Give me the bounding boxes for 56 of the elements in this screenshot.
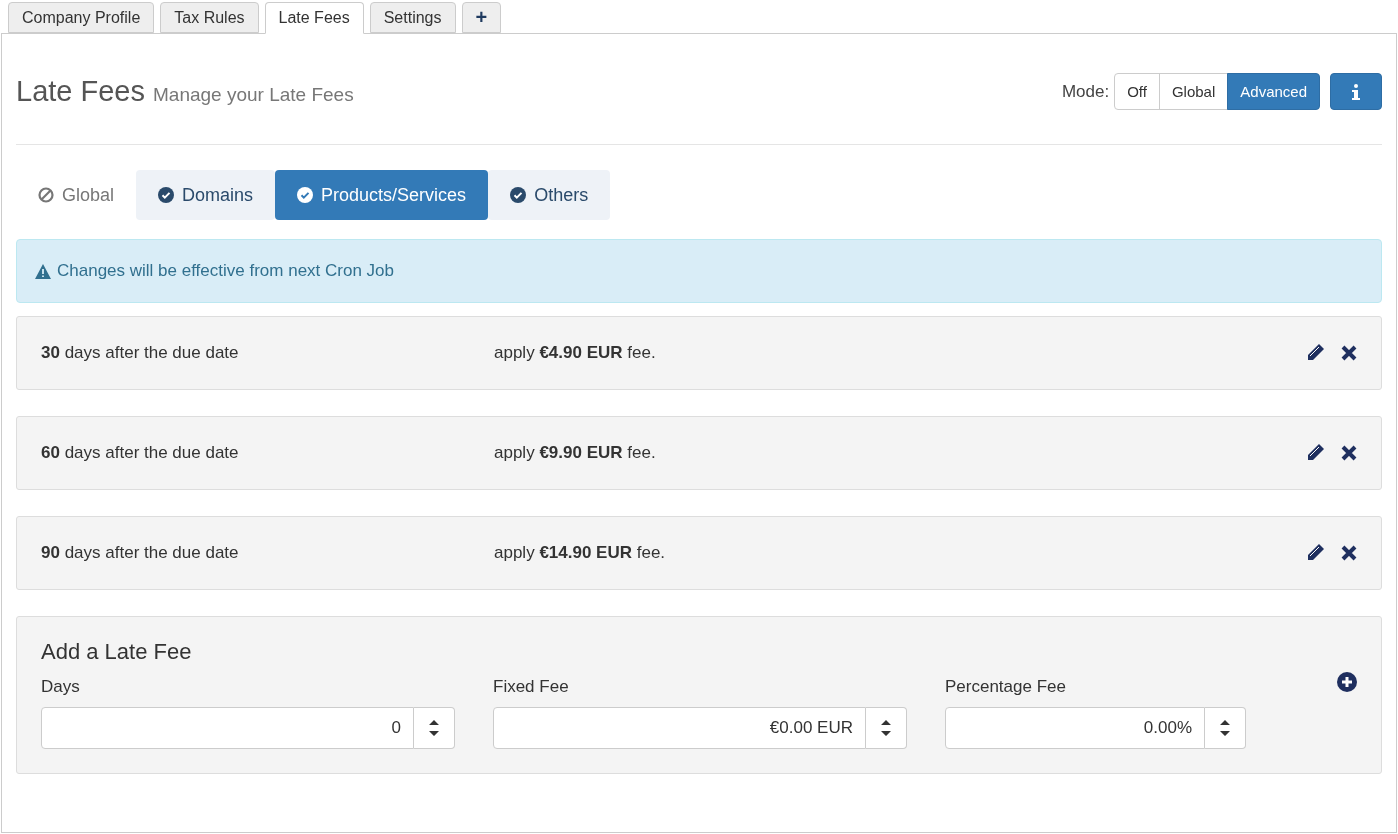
fee-text: apply €14.90 EUR fee. [494, 543, 667, 563]
stepper-icon [429, 719, 439, 737]
field-label: Percentage Fee [945, 677, 1067, 697]
page-tab[interactable]: Settings [369, 2, 456, 33]
close-icon [1341, 445, 1357, 461]
field-label: Fixed Fee [493, 677, 570, 697]
check-circle-icon [510, 187, 527, 203]
stepper-button[interactable] [414, 707, 455, 749]
edit-button[interactable] [1305, 443, 1325, 463]
delete-button[interactable] [1341, 445, 1357, 461]
number-field[interactable]: 0.00% [945, 707, 1205, 749]
page-tab[interactable]: Late Fees [264, 2, 364, 34]
stepper-icon [1220, 719, 1230, 737]
mode-label: Mode: [1061, 81, 1110, 102]
number-field[interactable]: 0 [41, 707, 414, 749]
category-tab[interactable]: Global [16, 170, 137, 220]
category-tab[interactable]: Others [488, 170, 611, 220]
days-text: 30 days after the due date [41, 343, 240, 363]
pencil-icon [1305, 543, 1325, 563]
days-text: 60 days after the due date [41, 443, 240, 463]
close-icon [1341, 345, 1357, 361]
plus-circle-icon [1337, 672, 1357, 692]
fee-text: apply €4.90 EUR fee. [494, 343, 657, 363]
info-alert: Changes will be effective from next Cron Job [16, 239, 1382, 303]
page-tab[interactable]: Company Profile [8, 2, 155, 33]
check-circle-icon [158, 187, 175, 203]
page-tab[interactable]: Tax Rules [160, 2, 259, 33]
check-circle-icon [297, 187, 314, 203]
stepper-button[interactable] [1205, 707, 1246, 749]
page-title: Late Fees [16, 75, 145, 107]
category-tab[interactable]: Products/Services [275, 170, 489, 220]
add-fee-title: Add a Late Fee [41, 639, 193, 665]
mode-button[interactable]: Off [1114, 73, 1160, 110]
page-tab[interactable]: + [461, 2, 502, 33]
warning-icon [35, 263, 51, 279]
edit-button[interactable] [1305, 543, 1325, 563]
info-icon [1352, 83, 1360, 100]
stepper-button[interactable] [866, 707, 907, 749]
number-field[interactable]: €0.00 EUR [493, 707, 866, 749]
mode-button[interactable]: Advanced [1227, 73, 1320, 110]
delete-button[interactable] [1341, 345, 1357, 361]
info-button[interactable] [1330, 73, 1382, 110]
pencil-icon [1305, 343, 1325, 363]
pencil-icon [1305, 443, 1325, 463]
ban-icon [38, 187, 54, 203]
close-icon [1341, 545, 1357, 561]
fee-text: apply €9.90 EUR fee. [494, 443, 657, 463]
delete-button[interactable] [1341, 545, 1357, 561]
add-button[interactable] [1337, 672, 1357, 692]
page-subtitle: Manage your Late Fees [153, 84, 354, 105]
mode-button[interactable]: Global [1158, 73, 1229, 110]
stepper-icon [881, 719, 891, 737]
field-label: Days [41, 677, 81, 697]
days-text: 90 days after the due date [41, 543, 240, 563]
category-tab[interactable]: Domains [136, 170, 276, 220]
edit-button[interactable] [1305, 343, 1325, 363]
